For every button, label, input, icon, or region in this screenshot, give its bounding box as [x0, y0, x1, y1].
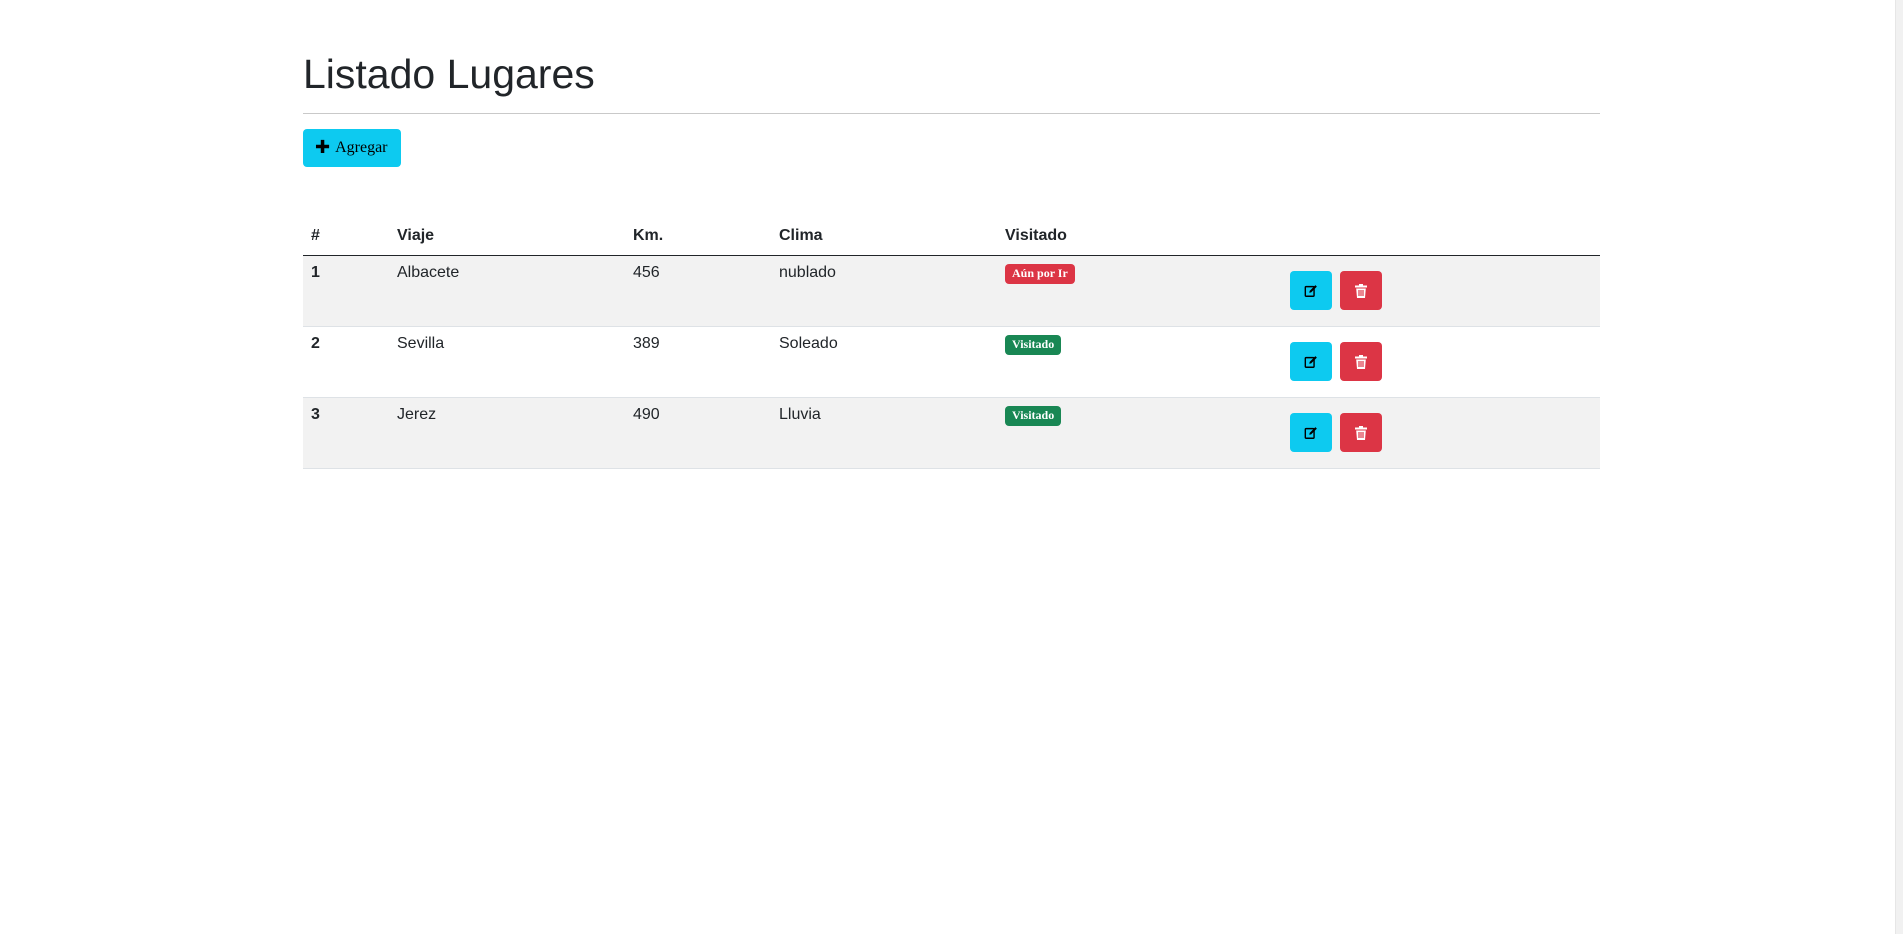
header-km: Km. [625, 217, 771, 256]
row-viaje: Sevilla [389, 326, 625, 398]
title-divider [303, 113, 1600, 114]
plus-icon: ✚ [315, 137, 331, 158]
row-number: 2 [303, 326, 389, 398]
row-clima: Lluvia [771, 397, 997, 469]
status-badge: Aún por Ir [1005, 264, 1075, 284]
edit-button[interactable] [1290, 413, 1332, 452]
row-visitado: Visitado [997, 397, 1278, 469]
header-visitado: Visitado [997, 217, 1278, 256]
status-badge: Visitado [1005, 335, 1062, 355]
status-badge: Visitado [1005, 406, 1062, 426]
edit-icon [1304, 426, 1317, 439]
row-km: 389 [625, 326, 771, 398]
header-clima: Clima [771, 217, 997, 256]
main-container: Listado Lugares ✚ Agregar # Viaje Km. Cl… [303, 0, 1600, 469]
trash-icon [1355, 425, 1367, 440]
table-header-row: # Viaje Km. Clima Visitado [303, 217, 1600, 256]
row-actions [1278, 397, 1600, 469]
add-button-label: Agregar [335, 139, 388, 156]
trash-icon [1355, 354, 1367, 369]
row-km: 490 [625, 397, 771, 469]
row-visitado: Visitado [997, 326, 1278, 398]
delete-button[interactable] [1340, 271, 1382, 310]
row-clima: Soleado [771, 326, 997, 398]
scrollbar-track[interactable] [1895, 0, 1903, 934]
row-actions [1278, 255, 1600, 327]
page: Listado Lugares ✚ Agregar # Viaje Km. Cl… [0, 0, 1903, 934]
table-row: 1 Albacete 456 nublado Aún por Ir [303, 255, 1600, 327]
header-number: # [303, 217, 389, 256]
table-row: 2 Sevilla 389 Soleado Visitado [303, 326, 1600, 398]
places-table: # Viaje Km. Clima Visitado 1 Albacete 45… [303, 217, 1600, 469]
table-row: 3 Jerez 490 Lluvia Visitado [303, 397, 1600, 469]
row-viaje: Jerez [389, 397, 625, 469]
delete-button[interactable] [1340, 413, 1382, 452]
edit-icon [1304, 284, 1317, 297]
trash-icon [1355, 283, 1367, 298]
row-number: 1 [303, 255, 389, 327]
row-clima: nublado [771, 255, 997, 327]
delete-button[interactable] [1340, 342, 1382, 381]
page-title: Listado Lugares [303, 51, 595, 97]
header-viaje: Viaje [389, 217, 625, 256]
row-visitado: Aún por Ir [997, 255, 1278, 327]
edit-button[interactable] [1290, 271, 1332, 310]
row-actions [1278, 326, 1600, 398]
row-viaje: Albacete [389, 255, 625, 327]
row-number: 3 [303, 397, 389, 469]
add-button[interactable]: ✚ Agregar [303, 129, 401, 167]
row-km: 456 [625, 255, 771, 327]
edit-icon [1304, 355, 1317, 368]
edit-button[interactable] [1290, 342, 1332, 381]
header-actions [1278, 217, 1600, 256]
